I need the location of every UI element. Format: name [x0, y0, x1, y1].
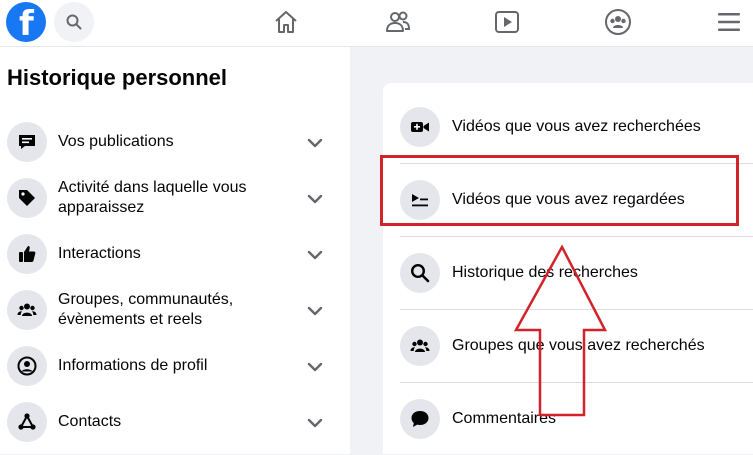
search-button[interactable] — [54, 2, 94, 42]
group-icon — [410, 339, 430, 352]
share-icon — [18, 413, 36, 430]
up-arrow-annotation — [513, 244, 608, 417]
chevron-down-icon[interactable] — [306, 414, 324, 432]
profile-icon — [17, 356, 37, 376]
sidebar-item-publications[interactable]: Vos publications — [0, 117, 350, 167]
row-icon-circle — [400, 253, 440, 293]
thumbs-up-icon — [19, 246, 36, 262]
search-icon — [66, 14, 82, 30]
sidebar-item-label: Informations de profil — [58, 357, 208, 374]
chevron-down-icon[interactable] — [306, 190, 324, 208]
sidebar-item-label: Activité dans laquelle vous apparaissez — [58, 179, 247, 216]
sidebar-item-contacts[interactable]: Contacts — [0, 397, 350, 447]
chevron-down-icon[interactable] — [306, 302, 324, 320]
home-icon[interactable] — [272, 8, 300, 36]
sidebar-item-label: Groupes, communautés, évènements et reel… — [58, 291, 234, 328]
chevron-down-icon[interactable] — [306, 134, 324, 152]
groups-icon[interactable] — [604, 8, 632, 36]
row-icon-circle — [400, 326, 440, 366]
sidebar-item-interactions[interactable]: Interactions — [0, 229, 350, 279]
sidebar-title: Historique personnel — [7, 65, 228, 90]
tag-icon — [19, 190, 35, 206]
row-icon-circle — [400, 399, 440, 439]
side-icon-circle — [7, 234, 47, 274]
facebook-logo-letter: f — [19, 4, 34, 44]
menu-icon[interactable] — [717, 10, 741, 34]
sidebar-item-profile[interactable]: Informations de profil — [0, 341, 350, 391]
side-icon-circle — [7, 346, 47, 386]
sidebar: Historique personnel Vos publications Ac… — [0, 47, 350, 454]
row-icon-circle — [400, 107, 440, 147]
top-navigation-bar: f — [0, 0, 753, 47]
chevron-down-icon[interactable] — [306, 358, 324, 376]
sidebar-item-label: Interactions — [58, 245, 141, 262]
side-icon-circle — [7, 290, 47, 330]
facebook-logo[interactable]: f — [6, 2, 46, 44]
friends-icon[interactable] — [384, 8, 412, 36]
side-icon-circle — [7, 402, 47, 442]
list-item-searched-videos[interactable]: Vidéos que vous avez recherchées — [383, 91, 753, 163]
post-icon — [19, 135, 35, 149]
chevron-down-icon[interactable] — [306, 246, 324, 264]
sidebar-item-activity[interactable]: Activité dans laquelle vous apparaissez — [0, 173, 350, 223]
group-icon — [17, 303, 37, 316]
sidebar-item-label: Contacts — [58, 413, 122, 430]
highlight-box — [380, 155, 739, 226]
sidebar-item-groups[interactable]: Groupes, communautés, évènements et reel… — [0, 285, 350, 335]
sidebar-item-label: Vos publications — [58, 133, 174, 150]
list-item-label: Vidéos que vous avez recherchées — [452, 118, 701, 135]
comment-icon — [411, 411, 429, 427]
search-icon — [410, 263, 430, 283]
video-camera-icon — [411, 122, 429, 132]
side-icon-circle — [7, 178, 47, 218]
watch-icon[interactable] — [493, 8, 521, 36]
side-icon-circle — [7, 122, 47, 162]
